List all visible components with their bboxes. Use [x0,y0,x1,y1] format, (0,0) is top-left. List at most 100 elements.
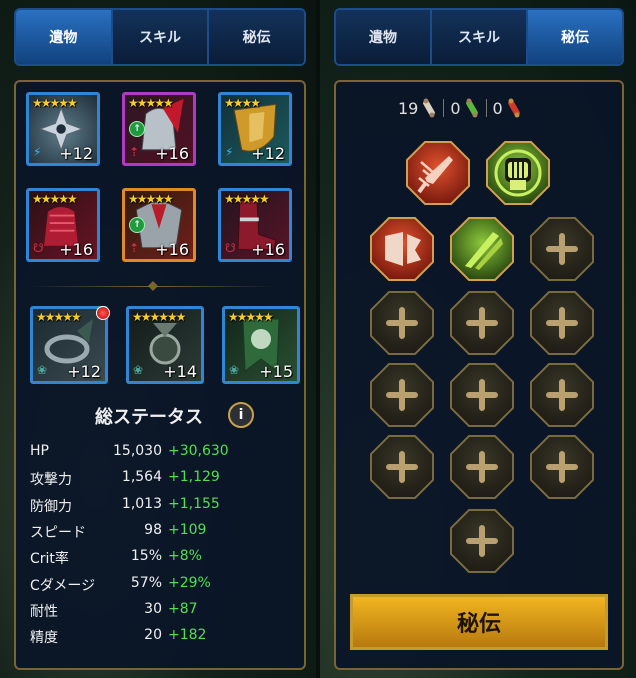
stat-row: 精度 20 +182 [30,627,290,647]
item-level: +16 [59,240,93,259]
tab-artifacts[interactable]: 遺物 [16,10,113,64]
right-tab-bar: 遺物 スキル 秘伝 [334,8,624,66]
star-rating: ★★★★★ [128,96,174,110]
relentless-set-icon: ❀ [133,363,144,377]
cross-blades-mastery[interactable] [449,216,515,282]
star-rating: ★★★★★ [32,96,78,110]
green-scroll-icon [465,98,478,118]
item-level: +15 [259,362,293,381]
counter-divider [443,99,445,117]
empty-mastery-1[interactable] [529,216,595,282]
stat-base-value: 15,030 [113,443,162,459]
stat-bonus-value: +29% [168,574,211,591]
empty-mastery-3[interactable] [449,290,515,356]
stat-row: 攻撃力 1,564 +1,129 [30,469,290,489]
stat-label: Cダメージ [30,577,96,594]
boots-slot[interactable]: ★★★★★ ☋ +16 [218,188,292,262]
tab-masteries[interactable]: 秘伝 [209,10,304,64]
lifesteal-set-icon: ☋ [225,241,236,255]
upgrade-arrow-icon: ↑ [129,217,145,233]
tab-artifacts-right[interactable]: 遺物 [336,10,432,64]
screen-divider [316,0,320,678]
empty-mastery-4[interactable] [529,290,595,356]
stat-bonus-value: +87 [168,600,198,617]
basic-scroll-count: 19 [398,98,419,118]
stat-bonus-value: +8% [168,548,202,565]
item-level: +12 [251,144,285,163]
gauntlets-slot[interactable]: ★★★★★ ☋ +16 [26,188,100,262]
divine-scroll-count: 0 [492,98,503,118]
amulet-slot[interactable]: ★★★★★★ ❀ +14 [126,306,204,384]
stat-bonus-value: +109 [168,521,207,538]
chestplate-slot[interactable]: ★★★★★ ↑ ⇡ +16 [122,188,196,262]
stat-base-value: 30 [144,600,162,617]
relentless-set-icon: ❀ [37,363,48,377]
item-level: +16 [155,240,189,259]
advanced-scroll-counter: 0 [450,97,479,119]
star-rating: ★★★★★ [224,192,270,206]
upgrade-set-icon: ⇡ [129,145,140,159]
separator-diamond-icon [148,281,158,291]
shield-break-mastery[interactable] [369,216,435,282]
star-rating: ★★★★★ [228,310,274,324]
basic-scroll-counter: 19 [398,97,437,119]
red-scroll-icon [507,98,520,118]
stat-base-value: 98 [144,521,162,538]
stats-title: 総ステータス [95,407,203,428]
stat-row: 耐性 30 +87 [30,601,290,621]
left-tab-bar: 遺物 スキル 秘伝 [14,8,306,66]
item-level: +16 [251,240,285,259]
helmet-slot[interactable]: ★★★★★ ↑ ⇡ +16 [122,92,196,166]
star-rating: ★★★★★ [128,192,174,206]
stat-base-value: 1,013 [121,495,162,512]
stat-row: スピード 98 +109 [30,522,290,542]
star-rating: ★★★★★ [36,310,82,324]
stat-label: スピード [30,524,86,541]
stat-base-value: 1,564 [121,469,162,486]
item-level: +14 [163,362,197,381]
empty-mastery-2[interactable] [369,290,435,356]
empty-mastery-8[interactable] [369,434,435,500]
empty-mastery-11[interactable] [449,508,515,574]
tab-skills-right[interactable]: スキル [432,10,528,64]
divine-scroll-counter: 0 [493,97,522,119]
stat-row: Cダメージ 57% +29% [30,575,290,595]
shield-slot[interactable]: ★★★★ ⚡ +12 [218,92,292,166]
stat-row: HP 15,030 +30,630 [30,443,290,463]
speed-set-icon: ⚡ [33,145,42,159]
relentless-set-icon: ❀ [229,363,240,377]
empty-mastery-5[interactable] [369,362,435,428]
star-rating: ★★★★ [224,96,261,110]
fist-mastery[interactable] [485,140,551,206]
stat-label: 攻撃力 [30,472,72,489]
advanced-scroll-count: 0 [450,98,461,118]
item-level: +12 [59,144,93,163]
stat-label: Crit率 [30,551,69,568]
stat-row: 防御力 1,013 +1,155 [30,496,290,516]
stat-label: 耐性 [30,603,58,620]
banner-slot[interactable]: ★★★★★ ❀ +15 [222,306,300,384]
info-button[interactable]: i [228,402,254,428]
masteries-button[interactable]: 秘伝 [350,594,608,650]
star-rating: ★★★★★★ [132,310,187,324]
upgrade-set-icon: ⇡ [129,241,140,255]
upgrade-arrow-icon: ↑ [129,121,145,137]
tab-masteries-right[interactable]: 秘伝 [528,10,622,64]
scroll-counters: 19 0 0 [398,96,522,120]
stat-bonus-value: +30,630 [168,443,229,459]
empty-mastery-7[interactable] [529,362,595,428]
tab-skills[interactable]: スキル [112,10,210,64]
stat-bonus-value: +182 [168,627,207,644]
empty-mastery-6[interactable] [449,362,515,428]
stat-base-value: 15% [130,548,162,565]
empty-mastery-10[interactable] [529,434,595,500]
weapon-slot[interactable]: ★★★★★ ⚡ +12 [26,92,100,166]
star-rating: ★★★★★ [32,192,78,206]
empty-mastery-9[interactable] [449,434,515,500]
item-level: +16 [155,144,189,163]
counter-divider [485,99,487,117]
stat-label: 防御力 [30,498,72,515]
blade-mastery[interactable] [405,140,471,206]
stat-label: 精度 [30,630,58,647]
ring-slot[interactable]: ★★★★★ ❀ +12 [30,306,108,384]
